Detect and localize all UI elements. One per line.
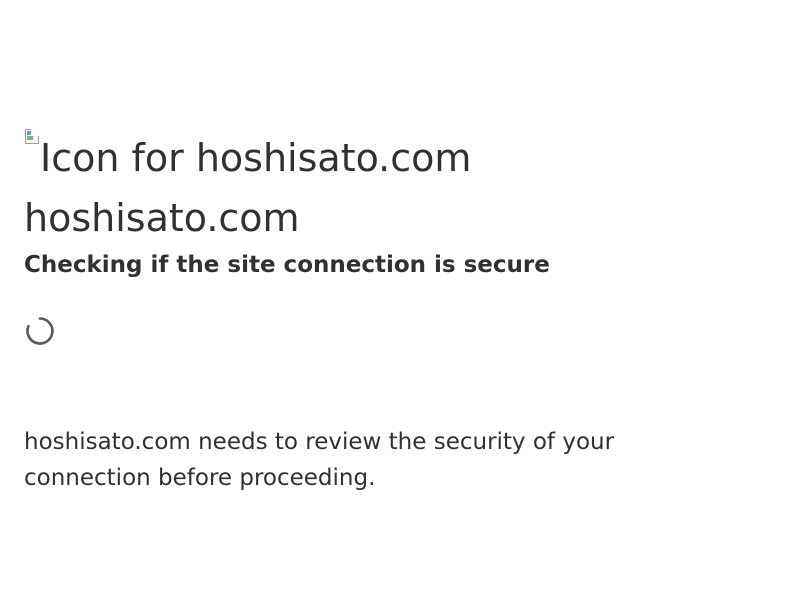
site-domain-heading: hoshisato.com bbox=[24, 196, 300, 240]
connection-check-status: Checking if the site connection is secur… bbox=[24, 252, 550, 278]
broken-image-icon bbox=[24, 128, 40, 144]
site-icon: Icon for hoshisato.com bbox=[24, 128, 471, 188]
security-review-message: hoshisato.com needs to review the securi… bbox=[24, 429, 615, 491]
site-icon-alt-text: Icon for hoshisato.com bbox=[40, 136, 472, 180]
challenge-page: Icon for hoshisato.com hoshisato.com Che… bbox=[0, 0, 800, 600]
loading-spinner-icon bbox=[25, 316, 55, 346]
